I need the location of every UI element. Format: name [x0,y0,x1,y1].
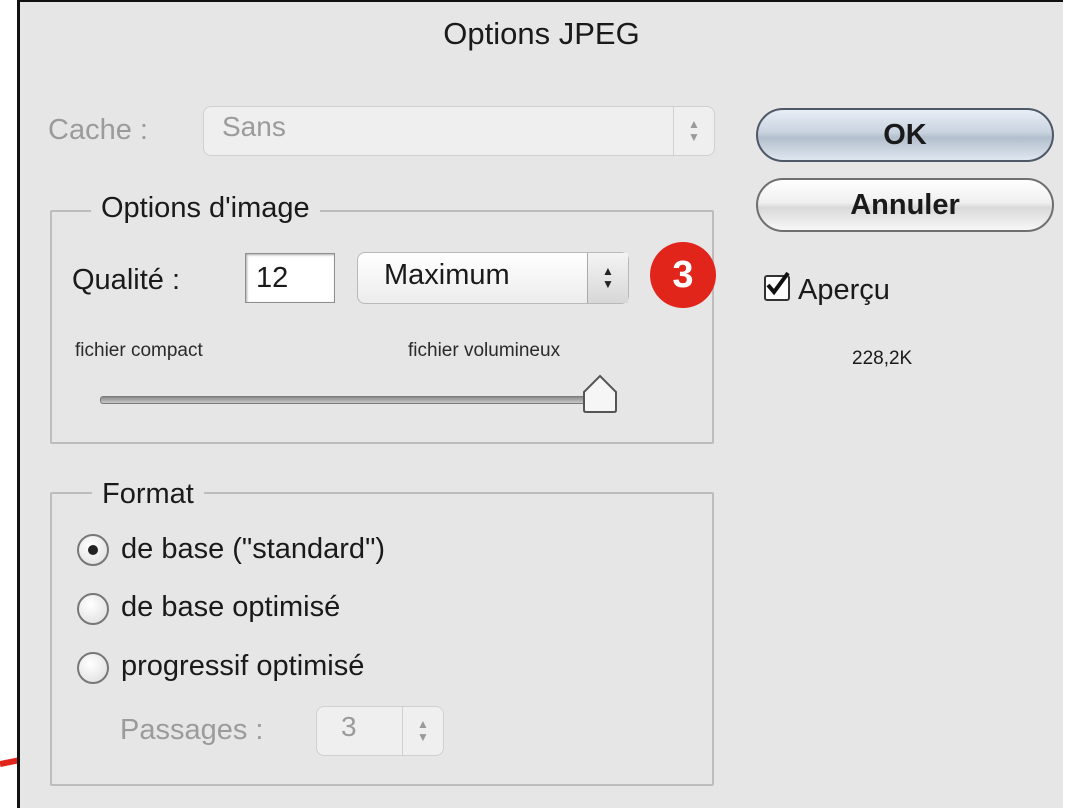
step-number-badge: 3 [650,242,716,308]
quality-label: Qualité : [72,264,180,296]
passes-label: Passages : [120,714,264,746]
quality-slider-thumb[interactable] [581,374,619,414]
dialog-title: Options JPEG [443,16,640,51]
preview-checkbox[interactable] [764,271,790,301]
slider-max-label: fichier volumineux [408,340,561,361]
quality-value: 12 [256,262,289,294]
radio-label-progressive: progressif optimisé [121,650,365,682]
cache-value: Sans [222,111,286,142]
radio-label-baseline-standard: de base ("standard") [121,533,386,565]
cache-label: Cache : [48,114,148,146]
jpeg-options-dialog: Options JPEG Cache : Sans ▲ ▼ OK Annuler … [17,0,1063,808]
radio-baseline-optimized[interactable] [77,593,109,625]
quality-preset-select[interactable]: Maximum ▲ ▼ [357,252,629,304]
passes-stepper-icon: ▲ ▼ [402,707,443,755]
radio-label-baseline-optimized: de base optimisé [121,591,341,623]
quality-preset-value: Maximum [384,259,510,291]
cancel-button[interactable]: Annuler [756,178,1054,232]
quality-slider-track[interactable] [100,396,602,404]
ok-button[interactable]: OK [756,108,1054,162]
slider-min-label: fichier compact [75,340,203,361]
cache-stepper-icon: ▲ ▼ [673,107,714,155]
radio-baseline-standard[interactable] [77,534,109,566]
quality-input[interactable]: 12 [245,253,335,303]
format-legend: Format [92,478,204,511]
passes-select[interactable]: 3 ▲ ▼ [316,706,444,756]
file-size-value: 228,2K [852,348,913,369]
checkmark-icon [766,271,790,296]
cache-select[interactable]: Sans ▲ ▼ [203,106,715,156]
image-options-legend: Options d'image [91,192,320,225]
passes-value: 3 [341,711,357,742]
quality-preset-stepper-icon: ▲ ▼ [587,253,628,303]
radio-progressive[interactable] [77,652,109,684]
preview-label: Aperçu [798,274,890,306]
